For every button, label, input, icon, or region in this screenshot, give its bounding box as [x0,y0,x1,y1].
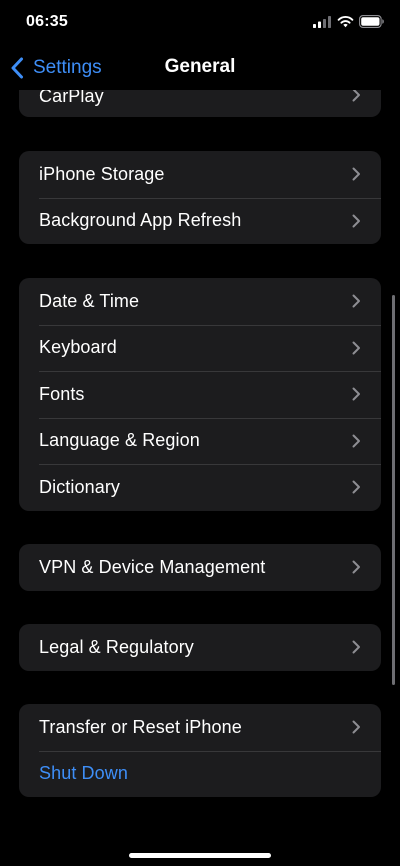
navigation-bar: Settings General [0,46,400,90]
scroll-indicator[interactable] [392,295,395,685]
status-bar: 06:35 [0,0,400,46]
battery-icon [359,15,384,28]
chevron-right-icon [352,480,360,494]
shut-down-button[interactable]: Shut Down [19,750,381,798]
chevron-right-icon [352,167,360,181]
row-fonts[interactable]: Fonts [19,371,381,418]
row-label: Transfer or Reset iPhone [39,716,242,737]
settings-group-storage: iPhone Storage Background App Refresh [19,151,381,244]
chevron-right-icon [352,214,360,228]
row-keyboard[interactable]: Keyboard [19,324,381,372]
row-label: Fonts [39,383,85,404]
page-title: General [164,56,236,77]
row-label: Language & Region [39,430,200,451]
chevron-right-icon [352,341,360,355]
row-background-app-refresh[interactable]: Background App Refresh [19,197,381,245]
settings-group-locale: Date & Time Keyboard Fonts Language & Re… [19,278,381,511]
row-dictionary[interactable]: Dictionary [19,464,381,511]
settings-group-reset: Transfer or Reset iPhone Shut Down [19,704,381,797]
chevron-right-icon [352,434,360,448]
row-label: Background App Refresh [39,210,242,231]
chevron-right-icon [352,294,360,308]
row-label: Date & Time [39,290,140,311]
row-label: VPN & Device Management [39,556,266,577]
settings-group-vpn: VPN & Device Management [19,544,381,591]
row-label: Keyboard [39,337,117,358]
row-legal-regulatory[interactable]: Legal & Regulatory [19,624,381,671]
shut-down-label: Shut Down [39,763,128,784]
status-time: 06:35 [26,13,68,30]
row-vpn-device-management[interactable]: VPN & Device Management [19,544,381,591]
row-date-time[interactable]: Date & Time [19,278,381,325]
signal-icon [313,16,331,28]
row-iphone-storage[interactable]: iPhone Storage [19,151,381,198]
home-indicator[interactable] [129,853,271,858]
chevron-right-icon [352,720,360,734]
chevron-right-icon [352,88,360,102]
row-label: Dictionary [39,476,121,497]
chevron-right-icon [352,640,360,654]
settings-group-legal: Legal & Regulatory [19,624,381,671]
row-label: iPhone Storage [39,163,165,184]
chevron-right-icon [352,560,360,574]
row-language-region[interactable]: Language & Region [19,417,381,465]
wifi-icon [337,16,354,28]
row-label: Legal & Regulatory [39,636,194,657]
chevron-right-icon [352,387,360,401]
row-transfer-reset[interactable]: Transfer or Reset iPhone [19,704,381,751]
